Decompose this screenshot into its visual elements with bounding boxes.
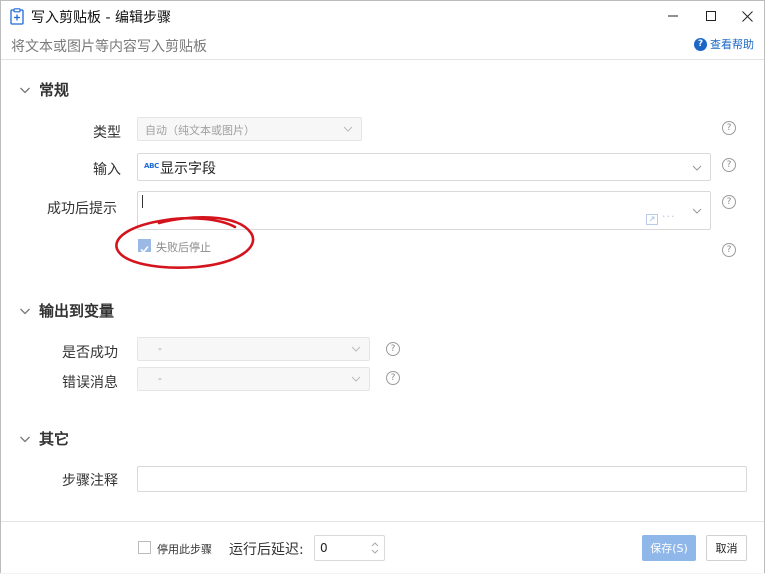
- chevron-down-icon: [351, 376, 361, 382]
- chevron-down-icon: [343, 126, 353, 132]
- section-other-header[interactable]: 其它: [19, 428, 69, 449]
- stop-on-fail-label: 失败后停止: [156, 241, 211, 254]
- disable-step-label: 停用此步骤: [157, 543, 212, 556]
- minimize-icon: [668, 15, 678, 17]
- input-field[interactable]: ABC 显示字段: [137, 153, 711, 181]
- success-var-label: 是否成功: [62, 345, 118, 361]
- cancel-button[interactable]: 取消: [706, 535, 747, 561]
- dialog-window: 写入剪贴板 - 编辑步骤 将文本或图片等内容写入剪贴板 ? 查看帮助 常规 类型…: [0, 0, 765, 573]
- subtitle-bar: 将文本或图片等内容写入剪贴板 ? 查看帮助: [1, 32, 764, 60]
- close-button[interactable]: [725, 1, 765, 31]
- section-output-title: 输出到变量: [39, 302, 115, 320]
- input-label: 输入: [93, 162, 121, 178]
- error-var-select[interactable]: -: [137, 367, 370, 391]
- help-icon[interactable]: ?: [722, 121, 736, 135]
- section-general-header[interactable]: 常规: [19, 79, 69, 100]
- success-prompt-field[interactable]: ···: [137, 191, 711, 230]
- success-var-select[interactable]: -: [137, 337, 370, 361]
- input-field-value: 显示字段: [160, 161, 216, 177]
- type-select[interactable]: 自动（纯文本或图片）: [137, 117, 362, 141]
- help-icon[interactable]: ?: [722, 195, 736, 209]
- text-caret: [142, 195, 143, 208]
- step-note-input[interactable]: [137, 466, 747, 492]
- text-type-icon: ABC: [144, 162, 159, 170]
- dialog-description: 将文本或图片等内容写入剪贴板: [11, 39, 207, 55]
- section-general-title: 常规: [39, 81, 70, 99]
- type-select-value: 自动（纯文本或图片）: [145, 124, 255, 137]
- type-label: 类型: [93, 125, 121, 141]
- delay-spinner[interactable]: 0: [314, 535, 385, 561]
- help-icon[interactable]: ?: [386, 371, 400, 385]
- window-title: 写入剪贴板 - 编辑步骤: [31, 10, 171, 26]
- help-icon[interactable]: ?: [722, 158, 736, 172]
- chevron-down-icon: [20, 308, 30, 314]
- disable-step-checkbox[interactable]: [138, 541, 151, 554]
- clipboard-icon: [10, 8, 24, 25]
- spinner-arrows-icon[interactable]: [371, 540, 379, 556]
- save-button[interactable]: 保存(S): [642, 535, 696, 561]
- help-link[interactable]: ? 查看帮助: [694, 36, 754, 52]
- success-var-value: -: [158, 342, 162, 355]
- chevron-down-icon: [20, 87, 30, 93]
- success-prompt-label: 成功后提示: [47, 201, 117, 217]
- section-other-title: 其它: [39, 430, 70, 448]
- help-icon[interactable]: ?: [386, 342, 400, 356]
- title-bar[interactable]: 写入剪贴板 - 编辑步骤: [1, 1, 764, 33]
- help-link-label: 查看帮助: [710, 38, 754, 51]
- expand-icon[interactable]: [646, 214, 658, 225]
- delay-label: 运行后延迟:: [229, 542, 304, 558]
- section-output-header[interactable]: 输出到变量: [19, 300, 114, 321]
- help-icon[interactable]: ?: [722, 243, 736, 257]
- step-note-label: 步骤注释: [62, 473, 118, 489]
- stop-on-fail-checkbox[interactable]: [138, 239, 151, 254]
- chevron-down-icon: [20, 436, 30, 442]
- checkmark-icon: [140, 245, 149, 254]
- maximize-icon: [706, 11, 716, 21]
- chevron-down-icon[interactable]: [692, 165, 702, 171]
- help-icon: ?: [694, 37, 707, 51]
- dialog-footer: 停用此步骤 运行后延迟: 0 保存(S) 取消: [1, 521, 764, 573]
- error-var-label: 错误消息: [62, 375, 118, 391]
- chevron-down-icon: [351, 346, 361, 352]
- more-icon[interactable]: ···: [662, 210, 676, 223]
- chevron-down-icon[interactable]: [692, 208, 702, 214]
- form-content[interactable]: 常规 类型 自动（纯文本或图片） ? 输入 ABC 显示字段 ? 成功后提示 ·…: [1, 61, 764, 521]
- error-var-value: -: [158, 372, 162, 385]
- close-icon: [741, 10, 753, 22]
- delay-value: 0: [320, 541, 328, 555]
